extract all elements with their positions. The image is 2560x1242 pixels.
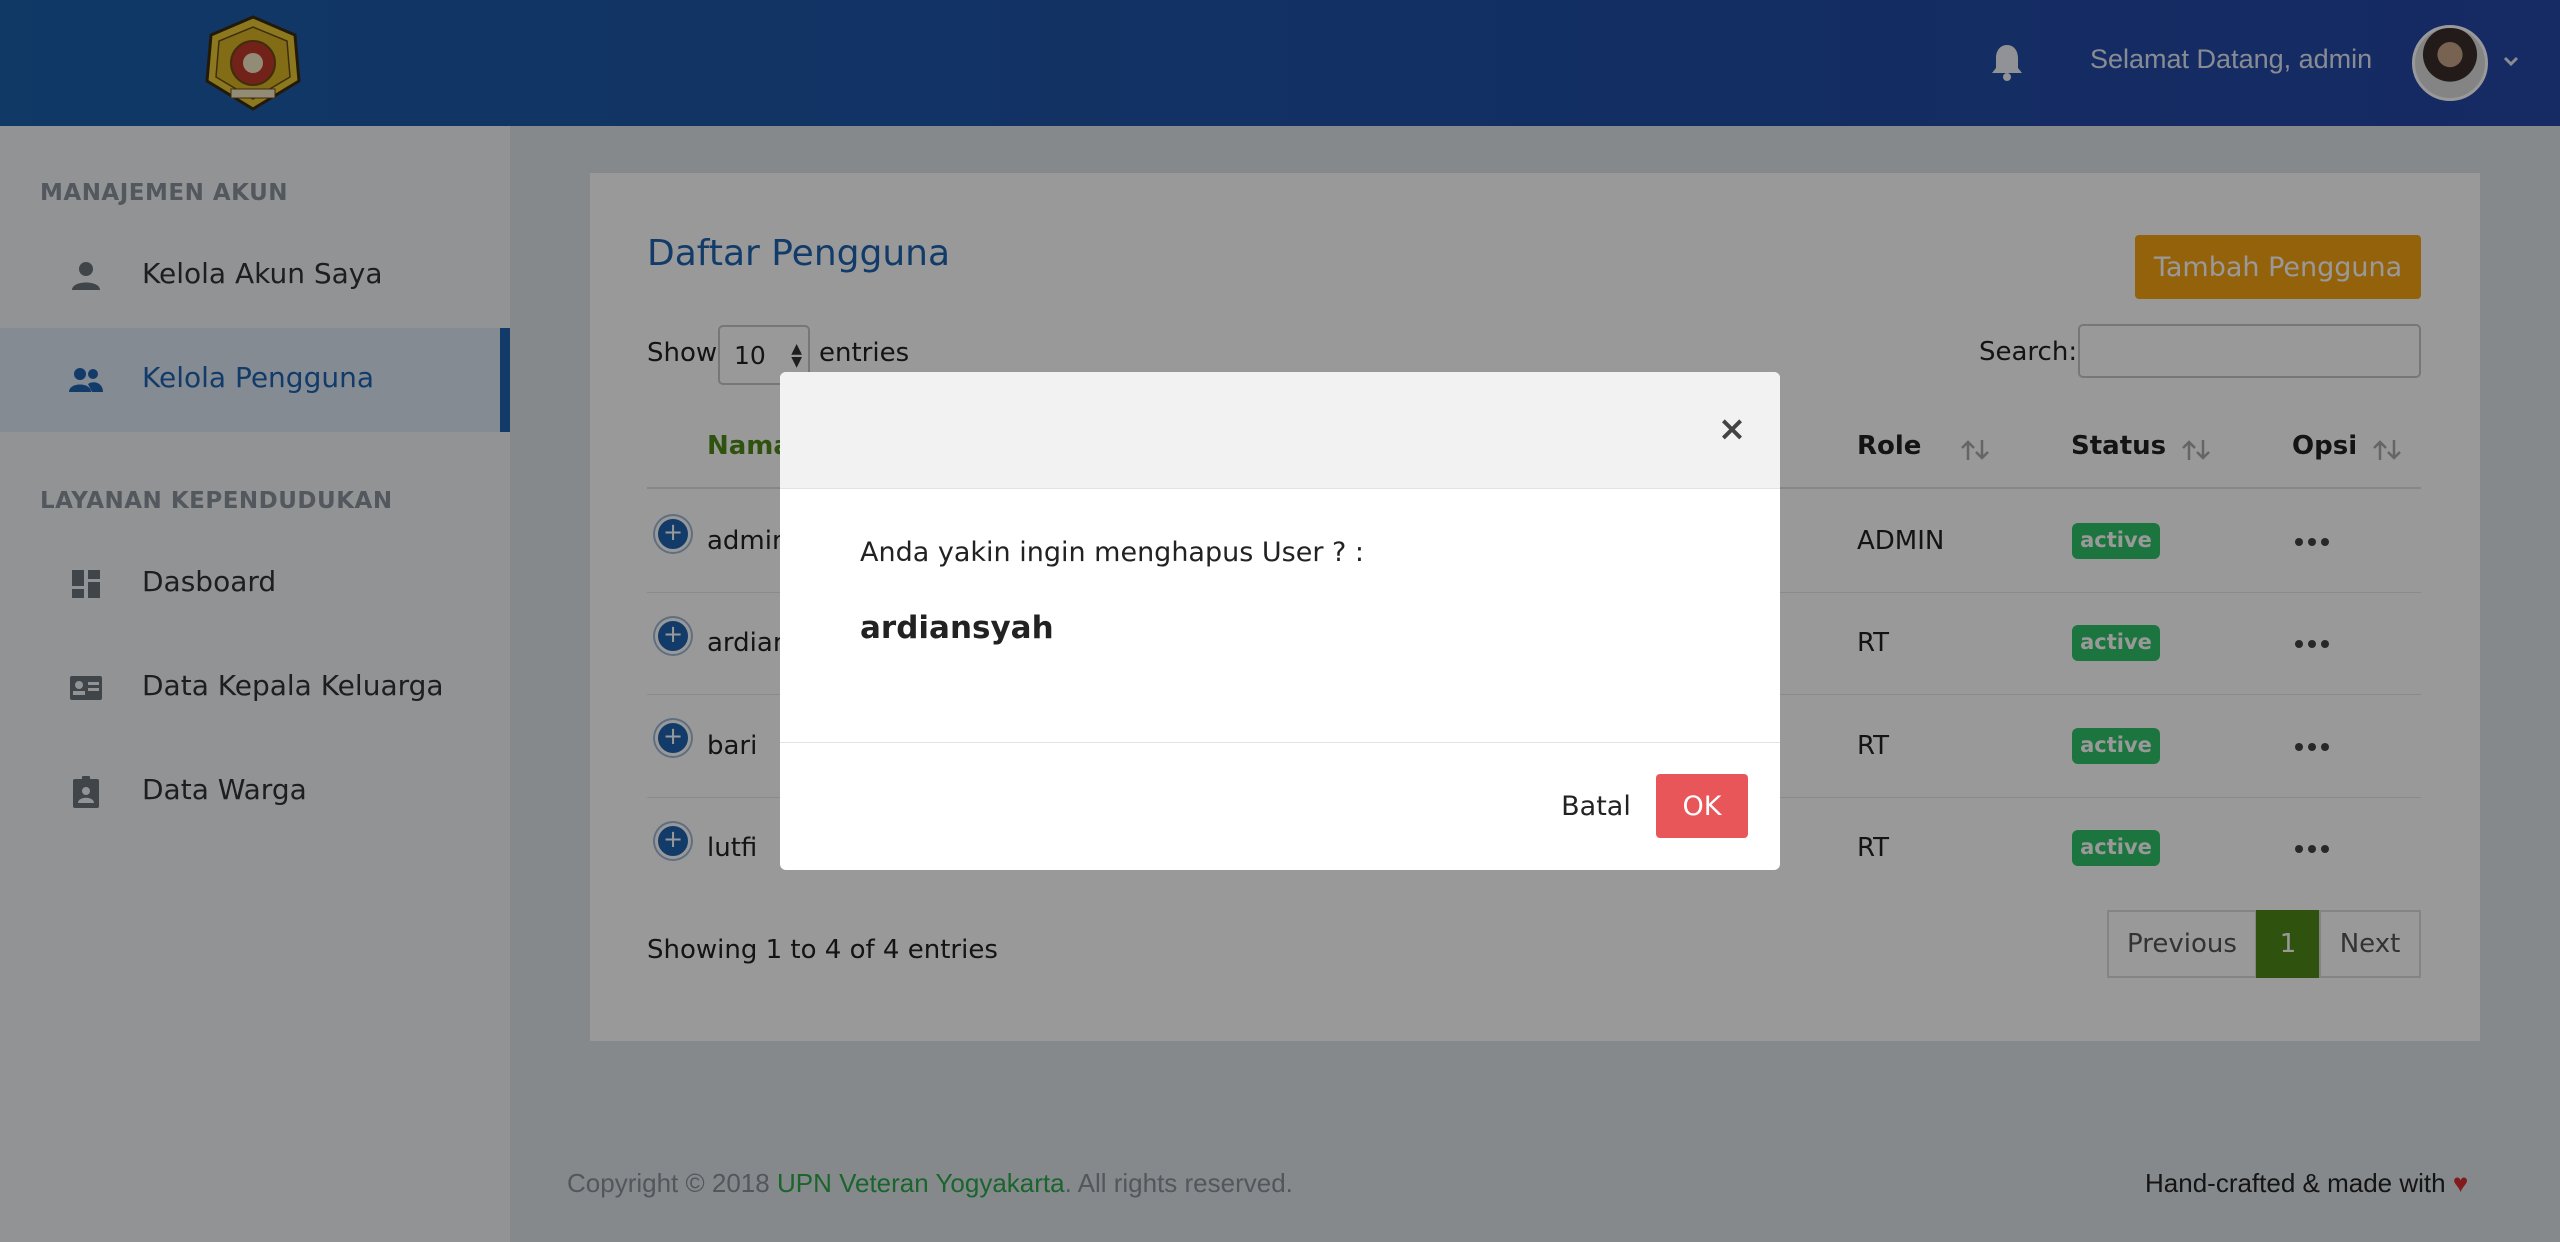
close-icon[interactable]: ×: [1717, 412, 1747, 446]
dialog-username: ardiansyah: [860, 610, 1054, 646]
ok-button[interactable]: OK: [1656, 774, 1748, 838]
cancel-button[interactable]: Batal: [1546, 782, 1646, 830]
delete-user-dialog: × Anda yakin ingin menghapus User ? : ar…: [780, 372, 1780, 870]
dialog-header: ×: [780, 372, 1780, 489]
dialog-footer-divider: [780, 742, 1780, 743]
dialog-message: Anda yakin ingin menghapus User ? :: [860, 537, 1365, 568]
